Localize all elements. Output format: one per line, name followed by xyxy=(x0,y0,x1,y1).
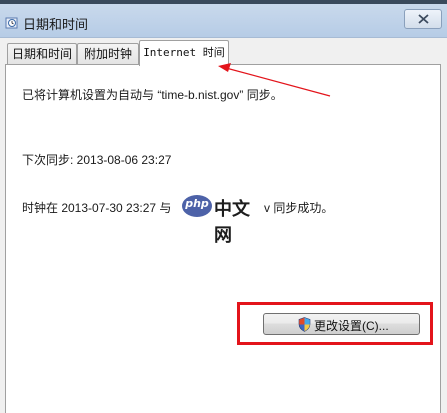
php-watermark: php 中文网 xyxy=(182,193,264,246)
next-sync-text: 下次同步: 2013-08-06 23:27 xyxy=(22,153,172,167)
window-title: 日期和时间 xyxy=(23,17,89,32)
watermark-logo-text: php xyxy=(185,197,209,210)
close-icon xyxy=(418,14,429,24)
close-button[interactable] xyxy=(404,9,442,29)
tab-additional-clocks[interactable]: 附加时钟 xyxy=(77,43,139,65)
last-sync-suffix-text: v 同步成功。 xyxy=(264,201,334,215)
change-settings-label: 更改设置(C)... xyxy=(314,319,389,333)
watermark-site-text: 中文网 xyxy=(214,199,250,246)
tab-date-time[interactable]: 日期和时间 xyxy=(7,43,77,65)
sync-setting-text: 已将计算机设置为自动与 “time-b.nist.gov” 同步。 xyxy=(22,88,283,102)
last-sync-prefix-text: 时钟在 2013-07-30 23:27 与 xyxy=(22,201,172,215)
title-bar[interactable]: 日期和时间 xyxy=(0,4,447,38)
clock-app-icon xyxy=(5,16,19,30)
tab-internet-time[interactable]: Internet 时间 xyxy=(139,40,229,66)
uac-shield-icon xyxy=(298,317,311,332)
change-settings-button[interactable]: 更改设置(C)... xyxy=(263,313,420,335)
